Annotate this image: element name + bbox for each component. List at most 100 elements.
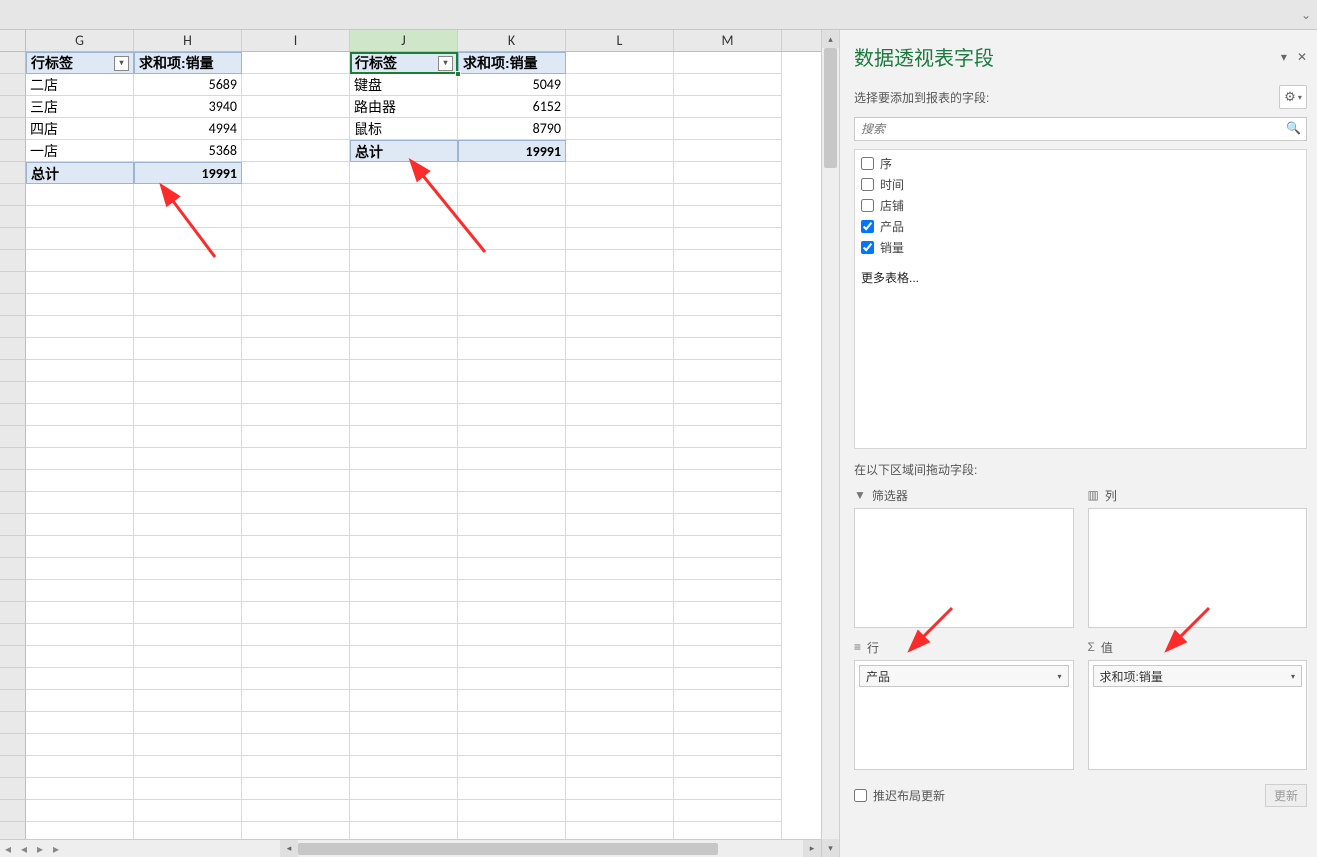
- pivot-row-label[interactable]: 路由器: [350, 96, 458, 118]
- vscroll-thumb[interactable]: [824, 48, 837, 168]
- pivot-row-label[interactable]: 一店: [26, 140, 134, 162]
- cell[interactable]: [350, 338, 458, 360]
- pivot-row-label[interactable]: 键盘: [350, 74, 458, 96]
- cell[interactable]: [26, 294, 134, 316]
- row-header[interactable]: [0, 206, 26, 228]
- chevron-down-icon[interactable]: ▾: [1057, 672, 1061, 681]
- cell[interactable]: [674, 272, 782, 294]
- cell[interactable]: [242, 470, 350, 492]
- cell[interactable]: [350, 580, 458, 602]
- cell[interactable]: [242, 580, 350, 602]
- cell[interactable]: [458, 294, 566, 316]
- cell[interactable]: [134, 382, 242, 404]
- cell[interactable]: [134, 646, 242, 668]
- row-header[interactable]: [0, 250, 26, 272]
- cell[interactable]: [458, 162, 566, 184]
- area-filter-box[interactable]: [854, 508, 1074, 628]
- cell[interactable]: [242, 712, 350, 734]
- cell[interactable]: [242, 118, 350, 140]
- cell[interactable]: [134, 338, 242, 360]
- cell[interactable]: [350, 206, 458, 228]
- field-item[interactable]: 序: [861, 154, 1300, 172]
- cell[interactable]: [566, 426, 674, 448]
- cell[interactable]: [674, 822, 782, 839]
- defer-layout-checkbox[interactable]: 推迟布局更新: [854, 787, 945, 804]
- cell[interactable]: [26, 492, 134, 514]
- cell[interactable]: [566, 536, 674, 558]
- update-button[interactable]: 更新: [1265, 784, 1307, 807]
- select-all-corner[interactable]: [0, 30, 26, 51]
- cell[interactable]: [350, 514, 458, 536]
- cell[interactable]: [458, 646, 566, 668]
- cell[interactable]: [26, 624, 134, 646]
- cell[interactable]: [350, 558, 458, 580]
- cell[interactable]: [674, 580, 782, 602]
- cell[interactable]: [350, 470, 458, 492]
- row-header[interactable]: [0, 668, 26, 690]
- more-tables-link[interactable]: 更多表格...: [861, 267, 1300, 288]
- cell[interactable]: [674, 96, 782, 118]
- layout-options-button[interactable]: ⚙▾: [1279, 85, 1307, 109]
- cell[interactable]: [566, 206, 674, 228]
- cell[interactable]: [26, 448, 134, 470]
- cell[interactable]: [566, 360, 674, 382]
- grid[interactable]: 行标签▾求和项:销量行标签▾求和项:销量二店5689键盘5049三店3940路由…: [0, 52, 821, 839]
- cell[interactable]: [458, 250, 566, 272]
- pivot-total-label[interactable]: 总计: [26, 162, 134, 184]
- row-header[interactable]: [0, 690, 26, 712]
- cell[interactable]: [242, 294, 350, 316]
- search-input[interactable]: [854, 117, 1307, 141]
- cell[interactable]: [134, 404, 242, 426]
- cell[interactable]: [458, 536, 566, 558]
- cell[interactable]: [566, 756, 674, 778]
- cell[interactable]: [350, 360, 458, 382]
- cell[interactable]: [674, 448, 782, 470]
- row-header[interactable]: [0, 492, 26, 514]
- pivot-total-value[interactable]: 19991: [458, 140, 566, 162]
- cell[interactable]: [242, 558, 350, 580]
- row-header[interactable]: [0, 338, 26, 360]
- cell[interactable]: [674, 624, 782, 646]
- cell[interactable]: [458, 272, 566, 294]
- cell[interactable]: [458, 404, 566, 426]
- field-checkbox[interactable]: [861, 220, 874, 233]
- area-field-item[interactable]: 产品▾: [859, 665, 1069, 687]
- col-header[interactable]: G: [26, 30, 134, 51]
- cell[interactable]: [26, 536, 134, 558]
- cell[interactable]: [134, 250, 242, 272]
- cell[interactable]: [350, 184, 458, 206]
- cell[interactable]: [26, 514, 134, 536]
- cell[interactable]: [566, 162, 674, 184]
- cell[interactable]: [458, 668, 566, 690]
- defer-checkbox-input[interactable]: [854, 789, 867, 802]
- cell[interactable]: [674, 74, 782, 96]
- row-header[interactable]: [0, 184, 26, 206]
- cell[interactable]: [134, 470, 242, 492]
- cell[interactable]: [674, 162, 782, 184]
- cell[interactable]: [674, 228, 782, 250]
- pivot-row-value[interactable]: 6152: [458, 96, 566, 118]
- cell[interactable]: [674, 734, 782, 756]
- cell[interactable]: [26, 558, 134, 580]
- cell[interactable]: [458, 800, 566, 822]
- cell[interactable]: [242, 426, 350, 448]
- cell[interactable]: [134, 580, 242, 602]
- cell[interactable]: [350, 690, 458, 712]
- tab-nav-last-icon[interactable]: ▸: [48, 840, 64, 857]
- cell[interactable]: [134, 756, 242, 778]
- cell[interactable]: [674, 470, 782, 492]
- cell[interactable]: [458, 316, 566, 338]
- cell[interactable]: [458, 778, 566, 800]
- expand-formula-bar-icon[interactable]: ⌄: [1301, 8, 1311, 22]
- col-header[interactable]: H: [134, 30, 242, 51]
- pivot-row-value[interactable]: 5689: [134, 74, 242, 96]
- cell[interactable]: [26, 822, 134, 839]
- field-checkbox[interactable]: [861, 199, 874, 212]
- cell[interactable]: [242, 162, 350, 184]
- cell[interactable]: [458, 602, 566, 624]
- cell[interactable]: [26, 228, 134, 250]
- cell[interactable]: [674, 206, 782, 228]
- cell[interactable]: [26, 382, 134, 404]
- cell[interactable]: [566, 492, 674, 514]
- formula-bar[interactable]: ⌄: [0, 0, 1317, 30]
